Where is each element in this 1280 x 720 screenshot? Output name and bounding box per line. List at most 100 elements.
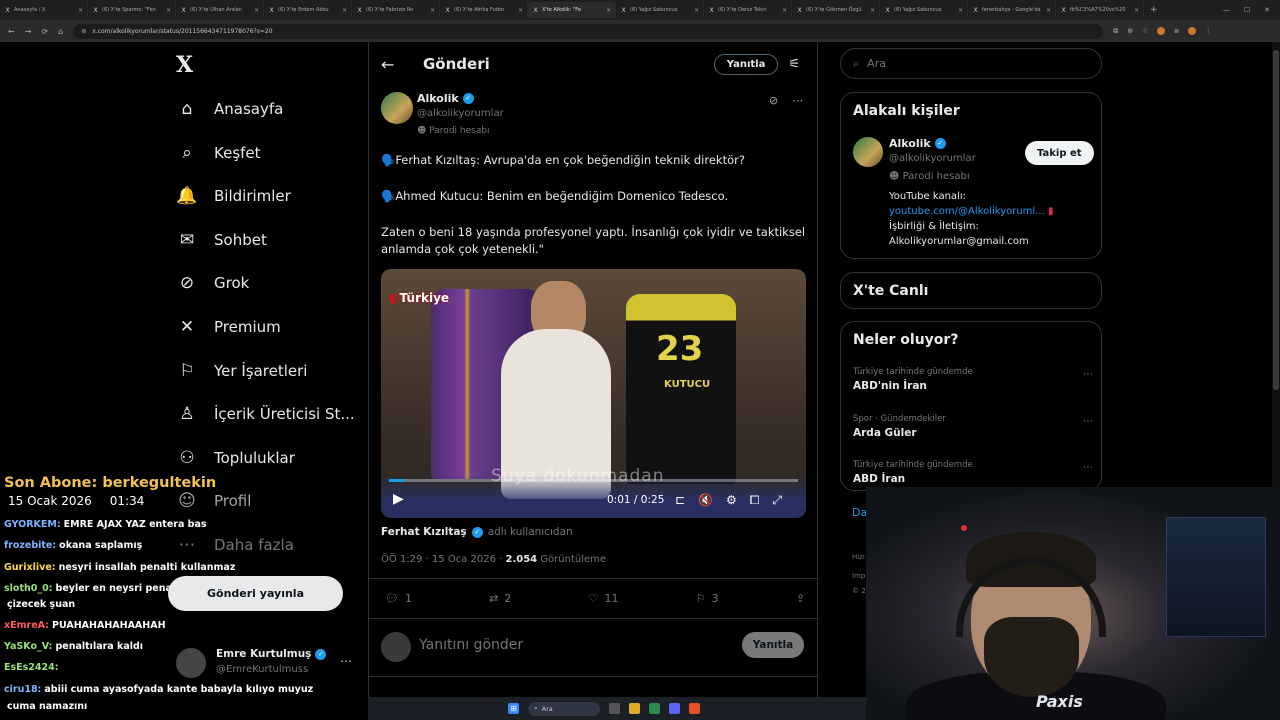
browser-tab[interactable]: Xfb%C3%A7%20vs%20 × [1056, 2, 1144, 18]
author-name[interactable]: Alkolik ✓ [417, 92, 474, 105]
trend-more-icon[interactable]: ⋯ [1083, 462, 1093, 473]
related-name[interactable]: Alkolik ✓ [889, 137, 946, 150]
puzzle-icon[interactable]: ⧈ [1174, 27, 1178, 36]
captions-icon[interactable]: ⊏ [675, 493, 685, 508]
related-handle[interactable]: @alkolikyorumlar [889, 153, 976, 164]
extension-icon[interactable] [1157, 26, 1166, 35]
browser-tab[interactable]: X (6) X'te Fabrizio Ro × [352, 2, 440, 18]
back-nav-icon[interactable]: ← [8, 27, 15, 36]
browser-tab[interactable]: X (6) Yağız Sabuncuo × [880, 2, 968, 18]
address-bar[interactable]: ⊜ x.com/alkolikyorumlar/status/201156643… [73, 23, 1104, 39]
follow-button[interactable]: Takip et [1025, 141, 1094, 165]
account-more-icon[interactable]: ⋯ [340, 654, 352, 668]
tab-close-icon[interactable]: × [1046, 7, 1051, 14]
browser-tab[interactable]: X Anasayfa / X × [0, 2, 88, 18]
search-box[interactable]: ⌕ Ara [840, 48, 1102, 79]
more-options-icon[interactable]: ⋯ [792, 94, 803, 107]
tab-close-icon[interactable]: × [430, 7, 435, 14]
reply-action[interactable]: 💬︎ 1 [385, 592, 412, 605]
browser-tab[interactable]: X (6) X'te Erdem Akbu × [264, 2, 352, 18]
search-input[interactable]: Ara [867, 57, 886, 70]
reply-filter-icon[interactable]: ⚟ [788, 57, 800, 72]
zoom-icon[interactable]: ⊕ [1127, 27, 1133, 36]
task-view-icon[interactable] [609, 703, 620, 714]
browser-tab[interactable]: Xfenerbahçe - Google'da × [968, 2, 1056, 18]
x-logo[interactable]: X [176, 52, 193, 78]
tab-close-icon[interactable]: × [254, 7, 259, 14]
tab-close-icon[interactable]: × [782, 7, 787, 14]
tab-close-icon[interactable]: × [518, 7, 523, 14]
nav-item[interactable]: ⊘ Grok [176, 261, 249, 305]
tab-close-icon[interactable]: × [1134, 7, 1139, 14]
nav-item[interactable]: 🔔 Bildirimler [176, 174, 290, 218]
back-arrow-icon[interactable]: ← [381, 55, 401, 74]
youtube-link[interactable]: youtube.com/@Alkolikyoruml... [889, 206, 1045, 217]
new-tab-button[interactable]: + [1144, 5, 1164, 15]
site-info-icon[interactable]: ⊜ [81, 28, 86, 35]
tab-close-icon[interactable]: × [166, 7, 171, 14]
nav-item[interactable]: ⌕ Keşfet [176, 131, 260, 175]
pip-icon[interactable]: ⧠ [750, 493, 760, 508]
browser-tab[interactable]: X (6) X'te Gökmen Özgü × [792, 2, 880, 18]
nav-item[interactable]: ✉ Sohbet [176, 218, 267, 262]
bookmark-action[interactable]: ⚐ 3 [696, 592, 719, 605]
taskbar-search[interactable]: ⌕ Ara [528, 701, 600, 716]
start-icon[interactable]: ⊞ [508, 703, 519, 714]
menu-icon[interactable]: ⋮ [1205, 27, 1212, 36]
settings-gear-icon[interactable]: ⚙ [726, 493, 737, 508]
share-action[interactable]: ⇪ [796, 592, 805, 605]
maximize-icon[interactable]: ☐ [1244, 6, 1250, 14]
trend-item[interactable]: Türkiye tarihinde gündemde ABD İran ⋯ [853, 460, 1093, 485]
app-icon[interactable] [689, 703, 700, 714]
fullscreen-icon[interactable]: ⤢ [772, 493, 782, 508]
nav-item[interactable]: ✕ Premium [176, 305, 281, 349]
browser-tab[interactable]: X (6) X'te Ulhan Arslan × [176, 2, 264, 18]
home-nav-icon[interactable]: ⌂ [58, 27, 63, 36]
like-action[interactable]: ♡ 11 [589, 592, 619, 605]
footer-link[interactable]: Imp [852, 572, 865, 580]
trend-more-icon[interactable]: ⋯ [1083, 416, 1093, 427]
trend-item[interactable]: Spor · Gündemdekiler Arda Güler ⋯ [853, 414, 1093, 439]
forward-nav-icon[interactable]: → [25, 27, 32, 36]
reply-input[interactable]: Yanıtını gönder [419, 637, 523, 653]
profile-avatar[interactable] [1187, 26, 1196, 35]
play-icon[interactable]: ▶ [393, 491, 404, 507]
account-name[interactable]: Emre Kurtulmuş ✓ [216, 648, 327, 660]
browser-tab[interactable]: X (6) Yağız Sabuncuo × [616, 2, 704, 18]
browser-tab[interactable]: X (6) X'te Sparmo: "Fen × [88, 2, 176, 18]
author-avatar[interactable] [381, 92, 413, 124]
star-icon[interactable]: ☆ [1142, 27, 1148, 36]
trend-more-icon[interactable]: ⋯ [1083, 369, 1093, 380]
post-timestamp[interactable]: ÖÖ 1:29 · 15 Oca 2026 · [381, 554, 505, 565]
browser-tab[interactable]: X (6) X'te Afrika Futbo × [440, 2, 528, 18]
account-avatar[interactable] [176, 648, 206, 678]
nav-item[interactable]: ♙ İçerik Üreticisi St... [176, 392, 354, 436]
chrome-icon[interactable] [649, 703, 660, 714]
partial-link[interactable]: Da [852, 506, 867, 519]
repost-action[interactable]: ⇄ 2 [489, 592, 511, 605]
nav-item[interactable]: ⌂ Anasayfa [176, 87, 284, 131]
close-window-icon[interactable]: ✕ [1264, 6, 1270, 14]
user-avatar[interactable] [381, 632, 411, 662]
tab-close-icon[interactable]: × [694, 7, 699, 14]
video-player[interactable]: 23 KUTUCU ◐Türkiye Suya dokunmadan ▶ 0:0… [381, 269, 806, 518]
mute-icon[interactable]: 🔇 [698, 493, 713, 508]
tab-close-icon[interactable]: × [958, 7, 963, 14]
author-handle[interactable]: @alkolikyorumlar [417, 108, 504, 119]
live-card[interactable]: X'te Canlı [840, 272, 1102, 309]
video-progress-bar[interactable] [389, 479, 798, 482]
browser-tab[interactable]: X (6) X'te Deniz Tekin × [704, 2, 792, 18]
reply-header-button[interactable]: Yanıtla [713, 53, 779, 75]
minimize-icon[interactable]: — [1223, 6, 1230, 14]
tab-close-icon[interactable]: × [342, 7, 347, 14]
browser-tab[interactable]: X X'te Alkolik: "Fe × [528, 2, 616, 18]
reload-icon[interactable]: ⟳ [41, 27, 48, 36]
file-explorer-icon[interactable] [629, 703, 640, 714]
nav-item[interactable]: ⚐ Yer İşaretleri [176, 349, 307, 393]
grok-explain-icon[interactable]: ⊘ [769, 94, 778, 107]
install-icon[interactable]: ⧉ [1113, 27, 1118, 36]
reply-submit-button[interactable]: Yanıtla [742, 632, 804, 658]
footer-link[interactable]: Hizı [852, 553, 865, 561]
attribution-name[interactable]: Ferhat Kızıltaş [381, 526, 467, 538]
post-button[interactable]: Gönderi yayınla [168, 576, 343, 611]
